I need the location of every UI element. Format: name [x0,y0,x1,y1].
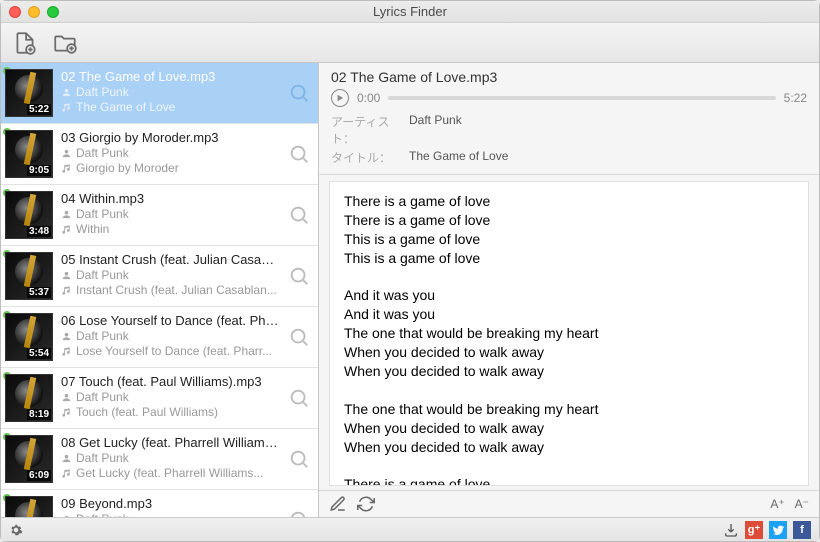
album-art: 6:09 [5,435,53,483]
detail-filename: 02 The Game of Love.mp3 [331,69,807,85]
track-list[interactable]: 5:2202 The Game of Love.mp3Daft PunkThe … [1,63,319,517]
search-icon[interactable] [288,204,310,226]
duration-badge: 8:19 [27,409,51,420]
track-artist: Daft Punk [61,146,280,160]
search-icon[interactable] [288,387,310,409]
track-row[interactable]: 6:09 08 Get Lucky (feat. Pharrell William… [1,429,318,490]
track-row[interactable]: 5:22 02 The Game of Love.mp3Daft PunkThe … [1,63,318,124]
lyrics-text[interactable]: There is a game of love There is a game … [329,181,809,486]
titlebar: Lyrics Finder [1,1,819,23]
track-artist: Daft Punk [61,85,280,99]
progress-bar[interactable] [388,96,775,100]
search-icon[interactable] [288,326,310,348]
font-bigger-button[interactable]: A⁺ [770,497,784,511]
track-title: Touch (feat. Paul Williams) [61,405,280,419]
time-current: 0:00 [357,91,380,105]
album-art: 9:05 [5,130,53,178]
track-title: Get Lucky (feat. Pharrell Williams... [61,466,280,480]
duration-badge: 9:05 [27,165,51,176]
duration-badge: 5:54 [27,348,51,359]
detail-title: The Game of Love [409,149,508,166]
album-art: 8:19 [5,374,53,422]
track-filename: 02 The Game of Love.mp3 [61,69,280,84]
track-filename: 08 Get Lucky (feat. Pharrell Williams)..… [61,435,280,450]
track-row[interactable]: 5:54 06 Lose Yourself to Dance (feat. Pha… [1,307,318,368]
detail-artist: Daft Punk [409,113,462,147]
track-artist: Daft Punk [61,390,280,404]
add-folder-button[interactable] [51,29,79,57]
twitter-icon[interactable] [769,521,787,539]
track-filename: 05 Instant Crush (feat. Julian Casabla..… [61,252,280,267]
window-title: Lyrics Finder [1,4,819,19]
track-artist: Daft Punk [61,207,280,221]
time-total: 5:22 [784,91,807,105]
track-row[interactable]: 3:48 04 Within.mp3Daft PunkWithin [1,185,318,246]
track-title: Lose Yourself to Dance (feat. Pharr... [61,344,280,358]
track-filename: 06 Lose Yourself to Dance (feat. Phar... [61,313,280,328]
edit-button[interactable] [329,495,347,513]
track-title: Within [61,222,280,236]
statusbar: g⁺ f [1,517,819,541]
title-label: タイトル： [331,149,409,166]
detail-pane: 02 The Game of Love.mp3 0:00 5:22 アーティスト… [319,63,819,517]
search-icon[interactable] [288,448,310,470]
track-title: The Game of Love [61,100,280,114]
duration-badge: 6:09 [27,470,51,481]
track-title: Giorgio by Moroder [61,161,280,175]
duration-badge: 5:37 [27,287,51,298]
add-file-button[interactable] [11,29,39,57]
duration-badge: 5:22 [27,104,51,115]
track-artist: Daft Punk [61,268,280,282]
font-smaller-button[interactable]: A⁻ [795,497,809,511]
track-filename: 09 Beyond.mp3 [61,496,280,511]
album-art: 5:37 [5,252,53,300]
track-row[interactable]: 8:19 07 Touch (feat. Paul Williams).mp3Da… [1,368,318,429]
track-title: Instant Crush (feat. Julian Casablan... [61,283,280,297]
track-artist: Daft Punk [61,512,280,517]
album-art: 4:50 [5,496,53,517]
search-icon[interactable] [288,143,310,165]
artist-label: アーティスト： [331,113,409,147]
track-artist: Daft Punk [61,329,280,343]
duration-badge: 3:48 [27,226,51,237]
search-icon[interactable] [288,509,310,517]
download-icon[interactable] [723,522,739,538]
settings-button[interactable] [9,523,23,537]
refresh-button[interactable] [357,495,375,513]
track-filename: 03 Giorgio by Moroder.mp3 [61,130,280,145]
track-filename: 04 Within.mp3 [61,191,280,206]
toolbar [1,23,819,63]
album-art: 5:22 [5,69,53,117]
googleplus-icon[interactable]: g⁺ [745,521,763,539]
facebook-icon[interactable]: f [793,521,811,539]
search-icon[interactable] [288,82,310,104]
track-filename: 07 Touch (feat. Paul Williams).mp3 [61,374,280,389]
album-art: 3:48 [5,191,53,239]
track-row[interactable]: 5:37 05 Instant Crush (feat. Julian Casab… [1,246,318,307]
track-row[interactable]: 9:05 03 Giorgio by Moroder.mp3Daft PunkGi… [1,124,318,185]
track-artist: Daft Punk [61,451,280,465]
album-art: 5:54 [5,313,53,361]
track-row[interactable]: 4:5009 Beyond.mp3Daft PunkBeyond [1,490,318,517]
search-icon[interactable] [288,265,310,287]
play-button[interactable] [331,89,349,107]
